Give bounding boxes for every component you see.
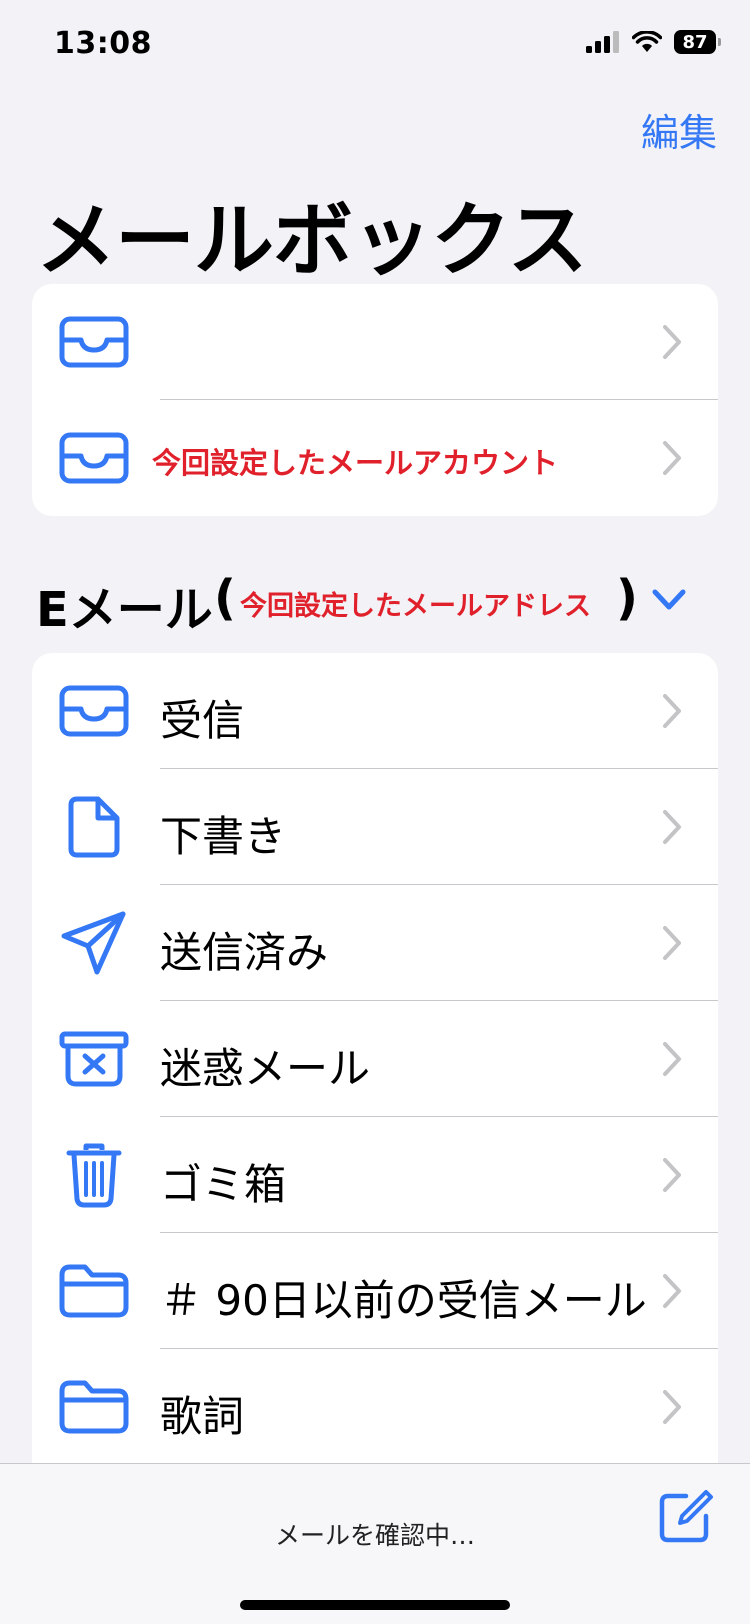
folder-label: 受信	[160, 696, 245, 745]
inbox-tray-icon	[58, 679, 130, 743]
edit-button[interactable]: 編集	[641, 102, 717, 157]
chevron-right-icon	[663, 1274, 681, 1308]
folder-row-sent[interactable]: 送信済み	[32, 885, 718, 1001]
folder-row-old-inbox[interactable]: ＃ 90日以前の受信メール	[32, 1233, 718, 1349]
folder-row-trash[interactable]: ゴミ箱	[32, 1117, 718, 1233]
section-title: Eメール	[36, 582, 213, 638]
chevron-right-icon	[663, 926, 681, 960]
paper-plane-icon	[58, 911, 130, 975]
section-address-annotation: 今回設定したメールアドレス	[240, 591, 591, 622]
folder-icon	[58, 1375, 130, 1439]
status-icons: 87	[586, 30, 721, 54]
folder-row-lyrics[interactable]: 歌詞	[32, 1349, 718, 1465]
folders-card: 受信 下書き 送信済み 迷惑メール ゴミ箱 ＃ 90日以前の受信メール 歌詞	[32, 653, 718, 1473]
page-title: メールボックス	[36, 194, 588, 287]
folder-row-junk[interactable]: 迷惑メール	[32, 1001, 718, 1117]
account-section-header[interactable]: Eメール ( 今回設定したメールアドレス )	[36, 570, 716, 640]
section-paren-close: )	[616, 570, 638, 626]
trash-icon	[58, 1143, 130, 1208]
folder-label: 迷惑メール	[160, 1044, 371, 1093]
folder-label: 歌詞	[160, 1392, 245, 1441]
home-indicator	[240, 1600, 510, 1610]
chevron-right-icon	[663, 325, 681, 359]
chevron-right-icon	[663, 694, 681, 728]
chevron-right-icon	[663, 1390, 681, 1424]
folder-label: 下書き	[160, 812, 287, 861]
battery-icon: 87	[674, 30, 721, 54]
junk-box-icon	[58, 1027, 130, 1091]
folder-row-inbox[interactable]: 受信	[32, 653, 718, 769]
folder-label: ゴミ箱	[160, 1160, 287, 1209]
battery-level: 87	[682, 31, 708, 53]
mailbox-row-all-inboxes[interactable]	[32, 284, 718, 400]
all-inboxes-card: 今回設定したメールアカウント	[32, 284, 718, 516]
bottom-toolbar: メールを確認中…	[0, 1463, 750, 1624]
folder-icon	[58, 1259, 130, 1323]
inbox-tray-icon	[58, 426, 130, 490]
chevron-right-icon	[663, 1158, 681, 1192]
status-time: 13:08	[54, 26, 152, 61]
chevron-down-icon[interactable]	[652, 588, 686, 612]
inbox-tray-icon	[58, 310, 130, 374]
chevron-right-icon	[663, 810, 681, 844]
compose-icon[interactable]	[656, 1488, 714, 1546]
chevron-right-icon	[663, 1042, 681, 1076]
chevron-right-icon	[663, 441, 681, 475]
folder-label: ＃ 90日以前の受信メール	[160, 1276, 647, 1325]
section-paren-open: (	[214, 570, 236, 626]
account-annotation-label: 今回設定したメールアカウント	[152, 446, 559, 480]
cellular-signal-icon	[586, 31, 619, 53]
folder-row-drafts[interactable]: 下書き	[32, 769, 718, 885]
mailbox-row-account[interactable]: 今回設定したメールアカウント	[32, 400, 718, 516]
folder-label: 送信済み	[160, 928, 329, 977]
status-bar: 13:08 87	[0, 0, 750, 90]
sync-status-text: メールを確認中…	[274, 1521, 475, 1550]
mail-mailboxes-screen: 13:08 87 編集 メールボックス 今回設定したメールアカウント Eメール …	[0, 0, 750, 1624]
document-icon	[58, 795, 130, 859]
wifi-icon	[632, 31, 662, 52]
